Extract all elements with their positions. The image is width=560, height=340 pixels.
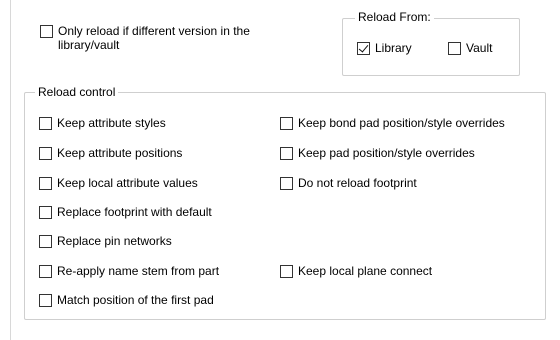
only-reload-if-different-checkbox[interactable]: Only reload if different version in the …	[40, 24, 278, 52]
only-reload-label: Only reload if different version in the …	[58, 24, 250, 52]
reapply-name-stem-checkbox[interactable]: Re-apply name stem from part	[39, 264, 219, 278]
keep-local-attribute-values-label: Keep local attribute values	[57, 176, 198, 190]
replace-footprint-checkbox[interactable]: Replace footprint with default	[39, 205, 212, 219]
vault-label: Vault	[466, 41, 493, 55]
match-first-pad-checkbox[interactable]: Match position of the first pad	[39, 293, 214, 307]
replace-footprint-box[interactable]	[39, 206, 52, 219]
reload-from-title: Reload From:	[355, 10, 434, 24]
keep-bond-pad-overrides-checkbox[interactable]: Keep bond pad position/style overrides	[280, 116, 505, 130]
replace-pin-networks-box[interactable]	[39, 235, 52, 248]
only-reload-checkbox-box[interactable]	[40, 25, 53, 38]
do-not-reload-footprint-label: Do not reload footprint	[298, 176, 417, 190]
keep-attribute-positions-label: Keep attribute positions	[57, 146, 183, 160]
keep-pad-overrides-checkbox[interactable]: Keep pad position/style overrides	[280, 146, 475, 160]
library-label: Library	[375, 41, 412, 55]
keep-attribute-styles-label: Keep attribute styles	[57, 116, 166, 130]
keep-attribute-styles-checkbox[interactable]: Keep attribute styles	[39, 116, 166, 130]
keep-local-attribute-values-checkbox[interactable]: Keep local attribute values	[39, 176, 198, 190]
library-checkbox[interactable]: Library	[357, 41, 412, 55]
reload-control-title: Reload control	[35, 85, 119, 99]
keep-local-plane-connect-box[interactable]	[280, 265, 293, 278]
do-not-reload-footprint-box[interactable]	[280, 177, 293, 190]
replace-pin-networks-checkbox[interactable]: Replace pin networks	[39, 234, 172, 248]
keep-attribute-positions-box[interactable]	[39, 147, 52, 160]
keep-bond-pad-overrides-label: Keep bond pad position/style overrides	[298, 116, 505, 130]
match-first-pad-label: Match position of the first pad	[57, 293, 214, 307]
library-checkbox-box[interactable]	[357, 42, 370, 55]
keep-pad-overrides-label: Keep pad position/style overrides	[298, 146, 475, 160]
reapply-name-stem-label: Re-apply name stem from part	[57, 264, 220, 278]
match-first-pad-box[interactable]	[39, 294, 52, 307]
do-not-reload-footprint-checkbox[interactable]: Do not reload footprint	[280, 176, 417, 190]
reload-from-group: Reload From: Library Vault	[342, 10, 520, 76]
reload-control-group: Reload control Keep attribute styles Kee…	[24, 85, 546, 320]
keep-local-plane-connect-checkbox[interactable]: Keep local plane connect	[280, 264, 432, 278]
keep-local-plane-connect-label: Keep local plane connect	[298, 264, 433, 278]
keep-pad-overrides-box[interactable]	[280, 147, 293, 160]
reapply-name-stem-box[interactable]	[39, 265, 52, 278]
vault-checkbox-box[interactable]	[448, 42, 461, 55]
keep-bond-pad-overrides-box[interactable]	[280, 117, 293, 130]
vault-checkbox[interactable]: Vault	[448, 41, 492, 55]
replace-footprint-label: Replace footprint with default	[57, 205, 212, 219]
keep-local-attribute-values-box[interactable]	[39, 177, 52, 190]
replace-pin-networks-label: Replace pin networks	[57, 234, 172, 248]
keep-attribute-positions-checkbox[interactable]: Keep attribute positions	[39, 146, 182, 160]
dialog-left-edge	[0, 0, 11, 340]
keep-attribute-styles-box[interactable]	[39, 117, 52, 130]
